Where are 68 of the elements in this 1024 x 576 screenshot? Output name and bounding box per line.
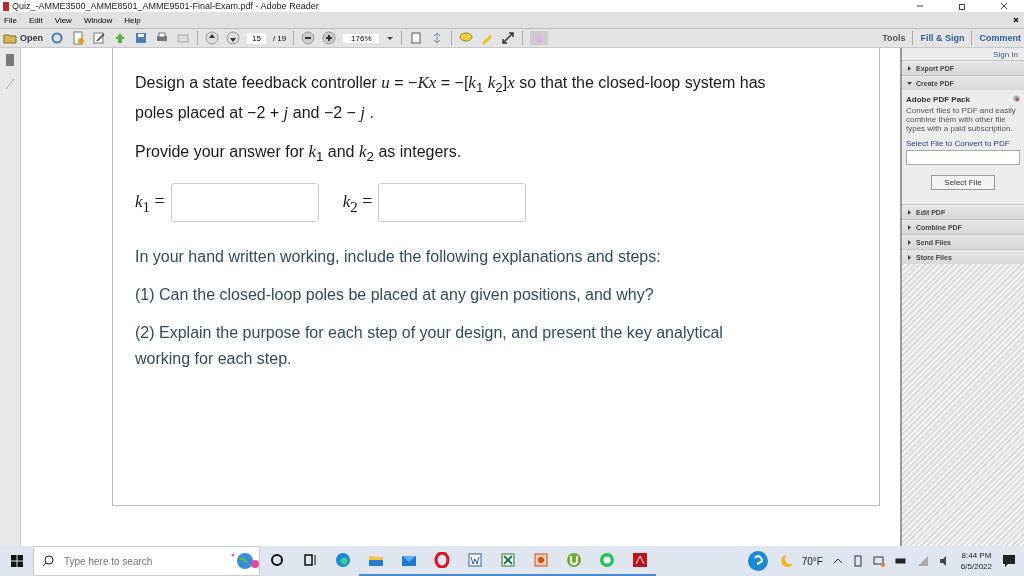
question-text: Provide your answer for k$_{1}$ and k$_{2}$ as integers. [135,141,463,167]
browser-icon [334,552,351,568]
battery-icon[interactable] [894,557,907,565]
save-icon[interactable] [134,31,148,45]
windows-icon [10,555,23,567]
instruction-text: (2) Explain the purpose for each step of your design, and present the key analytical working for each step. [135,323,724,370]
restore-icon [958,2,966,10]
zoom-field[interactable]: 176% [343,33,380,43]
torrent-icon [565,552,582,568]
comment-icon[interactable] [459,31,474,45]
pack-heading: Adobe PDF Pack [906,95,970,104]
folder-icon [3,32,17,44]
menu-item[interactable]: Edit [28,15,43,25]
description-text: Convert files to PDF and easily combine them with other file types with a paid subscription. [906,106,1017,133]
close-icon[interactable] [1012,16,1020,24]
page-count: / 19 [272,33,287,43]
page-icon[interactable] [5,54,15,66]
minimize-icon [916,2,924,10]
weather-temperature: 70°F [801,555,823,567]
menu-item[interactable]: File [4,15,17,25]
presentation-icon [532,552,549,568]
menu-item[interactable]: Window [83,15,113,25]
chevron-up-icon[interactable] [832,557,843,565]
arrow-down-icon[interactable] [226,31,240,45]
search-bar[interactable]: Type here to search [33,546,260,576]
task-view-icon [301,552,318,568]
menu-item[interactable]: Help [124,15,141,25]
answer-label: k$_{1}$ = [135,190,165,216]
help-icon[interactable] [747,551,768,571]
page-number-field[interactable]: 15 [247,32,266,44]
arrow-up-icon[interactable] [205,31,219,45]
field-label: Select File to Convert to PDF [906,139,1011,148]
upload-icon[interactable] [113,31,127,45]
zoom-out-icon[interactable] [301,31,316,45]
instruction-text: In your hand written working, include the following explanations and steps: [135,247,662,268]
spreadsheet-icon [499,552,516,568]
close-icon [1000,2,1008,10]
expand-icon[interactable] [501,31,516,45]
menu-item[interactable]: View [54,15,72,25]
pdf-icon [631,552,648,568]
document-icon[interactable] [71,31,85,45]
instruction-text: (1) Can the closed-loop poles be placed at any given positions, and why? [135,285,655,306]
screen-icon[interactable] [872,555,885,567]
open-button[interactable]: Open [3,32,43,44]
toolbar-link[interactable]: Tools [882,33,906,43]
word-document-icon [466,552,483,568]
notification-icon[interactable] [1002,554,1016,568]
ring-icon [433,552,450,568]
pdf-file-icon [2,1,10,11]
clock-date[interactable]: 6/5/2022 [960,561,992,572]
chat-icon [598,552,615,568]
file-field[interactable] [906,150,1020,165]
answer-label: k$_{2}$ = [342,190,373,216]
sign-in-link[interactable]: Sign In [987,48,1024,60]
clock-time[interactable]: 8:44 PM [961,550,992,561]
window-title: Quiz_-AMME3500_AMME8501_AMME9501-Final-Exam.pdf - Adobe Reader [12,1,319,11]
circle-icon [268,552,285,568]
answer-field[interactable] [170,183,319,223]
fit-page-icon[interactable] [409,31,424,45]
answer-field[interactable] [378,183,527,223]
search-icon [42,555,54,567]
zoom-in-icon[interactable] [322,31,337,45]
select-file-button[interactable]: Select File [931,175,995,190]
question-text: Design a state feedback controller u = −Kx = −[k$_{1}$ k$_{2}$]x so that the closed-loop system has poles placed at −2 + j and −2 − j . [135,72,767,125]
dropdown-icon[interactable] [386,34,395,42]
edit-icon[interactable] [92,31,106,45]
toolbar-link[interactable]: Comment [979,33,1021,43]
toolbar-link[interactable]: Fill & Sign [920,33,965,43]
